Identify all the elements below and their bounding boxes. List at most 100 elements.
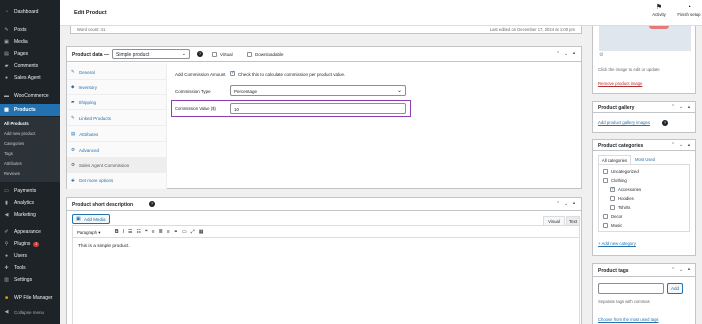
collapse-toggle-icon[interactable]: ▲ [572, 50, 576, 55]
tab-inventory[interactable]: ◆ Inventory [67, 80, 167, 95]
collapse-toggle-icon[interactable]: ▲ [572, 200, 576, 205]
collapse-toggle-icon[interactable]: ▲ [687, 266, 691, 271]
add-new-category-link[interactable]: + Add new category [598, 241, 636, 246]
fullscreen-icon[interactable]: ⤢ [191, 229, 195, 235]
sidebar-item-users[interactable]: ● Users [0, 250, 60, 262]
category-hoodies[interactable]: Hoodies [610, 196, 634, 201]
align-right-icon[interactable]: ≡ [167, 229, 170, 235]
short-description-box: Product short description ? ⌃ ⌄ ▲ ▣ Add … [66, 197, 582, 324]
help-icon[interactable]: ? [149, 201, 155, 207]
comment-icon: ▰ [4, 63, 9, 69]
move-down-icon[interactable]: ⌄ [564, 51, 568, 57]
sidebar-item-settings[interactable]: ▥ Settings [0, 274, 60, 286]
image-edit-icon[interactable]: ⚙ [599, 52, 603, 58]
tab-all-categories[interactable]: All categories [598, 155, 631, 164]
align-left-icon[interactable]: ≡ [152, 229, 155, 235]
virtual-checkbox[interactable] [212, 52, 217, 58]
tab-general[interactable]: ✎ General [67, 65, 167, 80]
submenu-all-products[interactable]: All Products [4, 121, 29, 126]
link-icon[interactable]: ⚭ [174, 229, 178, 235]
category-decor[interactable]: Decor [603, 214, 622, 219]
tab-shipping[interactable]: ▰ Shipping [67, 95, 167, 110]
align-center-icon[interactable]: ≣ [159, 229, 163, 235]
downloadable-checkbox-box[interactable] [247, 52, 252, 58]
move-up-icon[interactable]: ⌃ [671, 267, 675, 273]
bold-icon[interactable]: B [115, 229, 119, 235]
submenu-add-new-product[interactable]: Add new product [4, 131, 35, 136]
move-up-icon[interactable]: ⌃ [556, 201, 560, 207]
move-down-icon[interactable]: ⌄ [564, 201, 568, 207]
downloadable-label: Downloadable [255, 52, 284, 57]
numbered-list-icon[interactable]: ☷ [137, 229, 141, 235]
submenu-categories[interactable]: Categories [4, 141, 24, 146]
sidebar-item-payments[interactable]: ▭ Payments [0, 185, 60, 197]
sidebar-item-pages[interactable]: ▤ Pages [0, 48, 60, 60]
collapse-toggle-icon[interactable]: ▲ [687, 142, 691, 147]
product-type-select[interactable]: Simple product ⌄ [112, 49, 190, 59]
read-more-icon[interactable]: ▭ [182, 229, 187, 235]
add-commission-checkbox-box[interactable] [230, 70, 235, 77]
move-up-icon[interactable]: ⌃ [556, 51, 560, 57]
submenu-reviews[interactable]: Reviews [4, 171, 20, 176]
move-down-icon[interactable]: ⌄ [679, 142, 683, 148]
sidebar-item-dashboard[interactable]: ◔ Dashboard [0, 6, 60, 18]
finish-setup-button[interactable]: ◔ Finish setup [676, 4, 702, 17]
category-uncategorized[interactable]: Uncategorized [603, 169, 639, 174]
blockquote-icon[interactable]: ❝ [145, 229, 148, 235]
add-tag-button[interactable]: Add [667, 283, 683, 294]
sidebar-item-plugins[interactable]: ⚲ Plugins 2 [0, 238, 60, 250]
move-up-icon[interactable]: ⌃ [671, 142, 675, 148]
tab-sales-agent-commission[interactable]: ⚙ Sales Agent Commission [67, 158, 167, 173]
help-icon[interactable]: ? [662, 120, 668, 126]
page-title: Edit Product [74, 10, 107, 16]
sidebar-item-posts[interactable]: ✎ Posts [0, 24, 60, 36]
remove-product-image-link[interactable]: Remove product image [598, 81, 642, 86]
sidebar-item-tools[interactable]: ✚ Tools [0, 262, 60, 274]
sidebar-item-wp-file-manager[interactable]: ■ WP File Manager [0, 292, 60, 304]
toolbar-toggle-icon[interactable]: ▦ [199, 229, 204, 235]
choose-most-used-tags-link[interactable]: Choose from the most used tags [598, 317, 659, 322]
category-music[interactable]: Music [603, 223, 622, 228]
add-commission-checkbox[interactable] [230, 70, 235, 77]
downloadable-checkbox[interactable] [247, 52, 252, 58]
category-tshirts[interactable]: Tshirts [610, 205, 630, 210]
category-clothing[interactable]: Clothing [603, 178, 627, 183]
tab-attributes[interactable]: ▤ Attributes [67, 127, 167, 142]
sidebar-item-media[interactable]: ▣ Media [0, 36, 60, 48]
bullet-list-icon[interactable]: ☰ [128, 229, 132, 235]
collapse-toggle-icon[interactable]: ▲ [687, 104, 691, 109]
short-description-editor[interactable]: This is a simple product. [72, 238, 580, 324]
add-gallery-images-link[interactable]: Add product gallery images [598, 120, 650, 125]
tab-most-used[interactable]: Most Used [635, 157, 655, 162]
sidebar-item-marketing[interactable]: ◀ Marketing [0, 209, 60, 221]
virtual-checkbox-box[interactable] [212, 52, 217, 58]
tab-linked-products[interactable]: ✎ Linked Products [67, 111, 167, 126]
sidebar-item-appearance[interactable]: ✐ Appearance [0, 226, 60, 238]
product-image-thumbnail[interactable] [599, 26, 691, 51]
tags-input[interactable] [598, 283, 664, 294]
tab-advanced[interactable]: ⚙ Advanced [67, 143, 167, 158]
sidebar-item-woocommerce[interactable]: ▬ WooCommerce [0, 90, 60, 102]
move-down-icon[interactable]: ⌄ [679, 267, 683, 273]
activity-button[interactable]: ⚑ Activity [651, 4, 667, 17]
commission-value-input[interactable]: 10 [230, 103, 406, 114]
sidebar-item-products[interactable]: ▦ Products [0, 104, 60, 116]
collapse-menu-button[interactable]: ◀ Collapse menu [0, 306, 60, 318]
sidebar-item-analytics[interactable]: ▮ Analytics [0, 197, 60, 209]
add-media-button[interactable]: ▣ Add Media [72, 214, 110, 224]
tab-visual[interactable]: Visual [543, 216, 565, 225]
category-accessories[interactable]: Accessories [610, 186, 641, 192]
submenu-attributes[interactable]: Attributes [4, 161, 22, 166]
move-up-icon[interactable]: ⌃ [671, 104, 675, 110]
sidebar-item-comments[interactable]: ▰ Comments [0, 60, 60, 72]
submenu-tags[interactable]: Tags [4, 151, 13, 156]
commission-type-select[interactable]: Percentage ⌄ [230, 85, 406, 96]
tab-text[interactable]: Text [566, 216, 580, 225]
sidebar-item-sales-agent[interactable]: ● Sales Agent [0, 72, 60, 84]
tab-get-more-options[interactable]: ✚ Get more options [67, 173, 167, 188]
italic-icon[interactable]: I [123, 229, 124, 235]
move-down-icon[interactable]: ⌄ [679, 104, 683, 110]
help-icon[interactable]: ? [197, 51, 203, 57]
product-categories-box: Product categories ⌃ ⌄ ▲ All categories … [592, 139, 696, 256]
format-select[interactable]: Paragraph ▾ [77, 230, 100, 236]
